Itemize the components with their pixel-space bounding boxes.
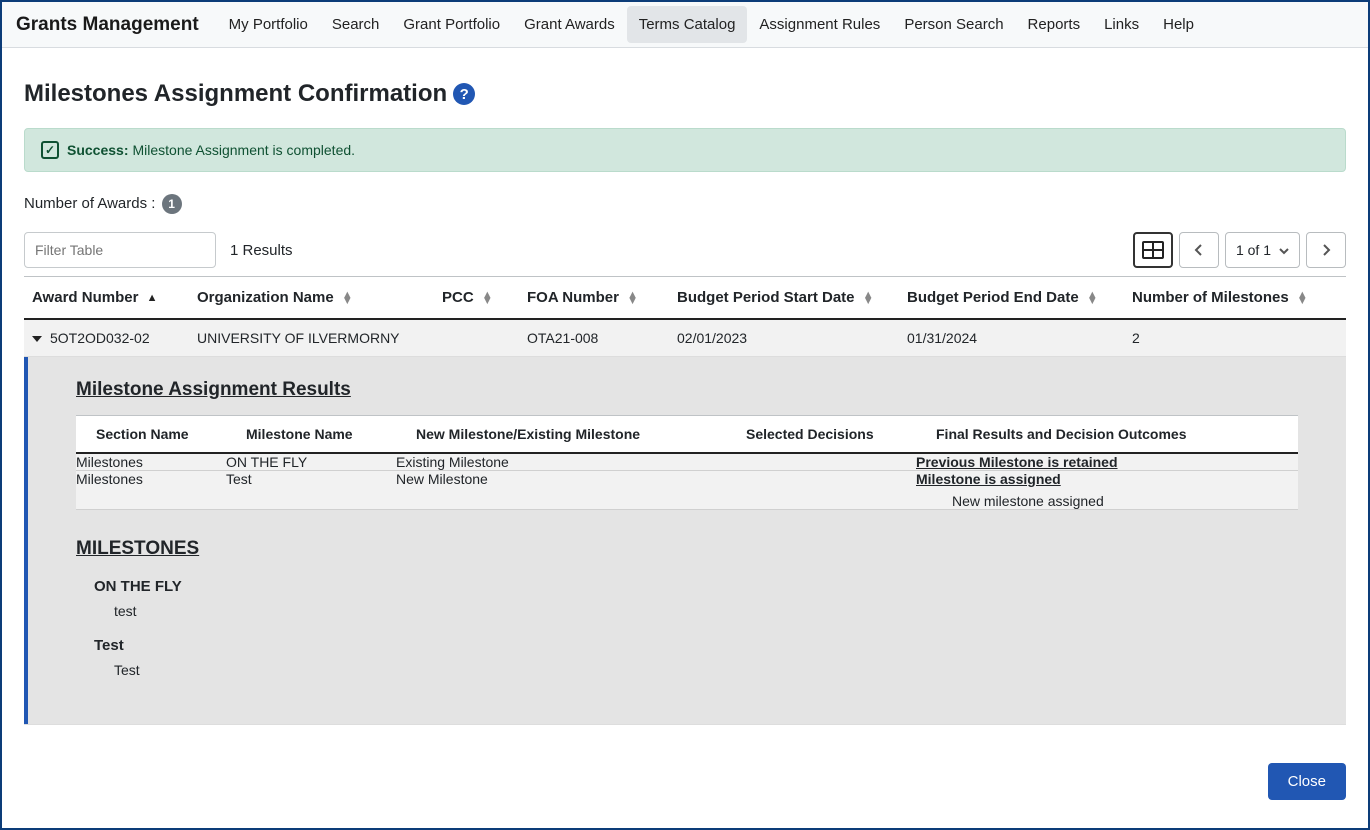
alert-message: Milestone Assignment is completed.	[132, 142, 355, 158]
col-foa[interactable]: FOA Number ▲▼	[519, 277, 669, 320]
sort-icon: ▲▼	[1297, 292, 1308, 304]
success-alert: ✓ Success: Milestone Assignment is compl…	[24, 128, 1346, 172]
inner-cell-decisions	[726, 453, 916, 471]
milestone-desc: Test	[94, 662, 1298, 678]
inner-cell-type: Existing Milestone	[396, 453, 726, 471]
table-view-icon[interactable]	[1133, 232, 1173, 268]
inner-row: Milestones Test New Milestone Milestone …	[76, 471, 1298, 510]
col-bp-start[interactable]: Budget Period Start Date ▲▼	[669, 277, 899, 320]
inner-cell-final: Milestone is assigned New milestone assi…	[916, 471, 1298, 510]
page-title-row: Milestones Assignment Confirmation ?	[24, 80, 1346, 108]
help-icon[interactable]: ?	[453, 83, 475, 105]
footer: Close	[2, 745, 1368, 800]
milestone-name: Test	[94, 637, 1298, 654]
inner-cell-section: Milestones	[76, 453, 226, 471]
sort-icon: ▲▼	[482, 292, 493, 304]
results-table: Section Name Milestone Name New Mileston…	[76, 415, 1298, 510]
sort-asc-icon: ▲	[147, 295, 158, 301]
inner-col-decisions: Selected Decisions	[726, 416, 916, 454]
page-title: Milestones Assignment Confirmation	[24, 80, 447, 108]
milestone-item: Test Test	[76, 637, 1298, 678]
col-num-milestones[interactable]: Number of Milestones ▲▼	[1124, 277, 1346, 320]
cell-pcc	[434, 319, 519, 357]
nav-help[interactable]: Help	[1151, 6, 1206, 43]
sort-icon: ▲▼	[863, 292, 874, 304]
cell-bp-end: 01/31/2024	[899, 319, 1124, 357]
check-icon: ✓	[41, 141, 59, 159]
inner-col-type: New Milestone/Existing Milestone	[396, 416, 726, 454]
table-header-row: Award Number ▲ Organization Name ▲▼ PCC …	[24, 277, 1346, 320]
milestones-block: MILESTONES ON THE FLY test Test Test	[76, 538, 1298, 678]
main-content: Milestones Assignment Confirmation ? ✓ S…	[2, 48, 1368, 745]
prev-page-button[interactable]	[1179, 232, 1219, 268]
nav-links[interactable]: Links	[1092, 6, 1151, 43]
cell-bp-start: 02/01/2023	[669, 319, 899, 357]
col-organization[interactable]: Organization Name ▲▼	[189, 277, 434, 320]
detail-row: Milestone Assignment Results Section Nam…	[24, 357, 1346, 725]
awards-count-row: Number of Awards : 1	[24, 194, 1346, 214]
table-row[interactable]: 5OT2OD032-02 UNIVERSITY OF ILVERMORNY OT…	[24, 319, 1346, 357]
chevron-down-icon	[1279, 242, 1289, 258]
nav-grant-awards[interactable]: Grant Awards	[512, 6, 627, 43]
inner-header-row: Section Name Milestone Name New Mileston…	[76, 416, 1298, 454]
close-button[interactable]: Close	[1268, 763, 1346, 800]
milestones-title: MILESTONES	[76, 538, 1298, 560]
inner-col-milestone: Milestone Name	[226, 416, 396, 454]
sort-icon: ▲▼	[627, 292, 638, 304]
expand-caret-icon[interactable]	[32, 336, 42, 342]
inner-col-final: Final Results and Decision Outcomes	[916, 416, 1298, 454]
milestone-desc: test	[94, 603, 1298, 619]
milestone-item: ON THE FLY test	[76, 578, 1298, 619]
nav-grant-portfolio[interactable]: Grant Portfolio	[391, 6, 512, 43]
inner-cell-final: Previous Milestone is retained	[916, 453, 1298, 471]
nav-my-portfolio[interactable]: My Portfolio	[217, 6, 320, 43]
results-title: Milestone Assignment Results	[76, 379, 1298, 401]
nav-search[interactable]: Search	[320, 6, 392, 43]
cell-organization: UNIVERSITY OF ILVERMORNY	[189, 319, 434, 357]
milestone-name: ON THE FLY	[94, 578, 1298, 595]
awards-table: Award Number ▲ Organization Name ▲▼ PCC …	[24, 276, 1346, 725]
col-pcc[interactable]: PCC ▲▼	[434, 277, 519, 320]
nav-terms-catalog[interactable]: Terms Catalog	[627, 6, 748, 43]
inner-cell-decisions	[726, 471, 916, 510]
filter-input[interactable]	[24, 232, 216, 268]
page-indicator-label: 1 of 1	[1236, 242, 1271, 258]
cell-foa: OTA21-008	[519, 319, 669, 357]
detail-panel: Milestone Assignment Results Section Nam…	[24, 357, 1346, 724]
nav-assignment-rules[interactable]: Assignment Rules	[747, 6, 892, 43]
inner-row: Milestones ON THE FLY Existing Milestone…	[76, 453, 1298, 471]
next-page-button[interactable]	[1306, 232, 1346, 268]
nav-reports[interactable]: Reports	[1016, 6, 1093, 43]
cell-num-milestones: 2	[1124, 319, 1346, 357]
awards-count-badge: 1	[162, 194, 182, 214]
top-nav: Grants Management My Portfolio Search Gr…	[2, 2, 1368, 48]
cell-award-number: 5OT2OD032-02	[50, 330, 150, 346]
col-award-number[interactable]: Award Number ▲	[24, 277, 189, 320]
inner-cell-milestone: Test	[226, 471, 396, 510]
results-label: 1 Results	[230, 242, 293, 259]
brand: Grants Management	[16, 14, 199, 36]
nav-person-search[interactable]: Person Search	[892, 6, 1015, 43]
inner-cell-type: New Milestone	[396, 471, 726, 510]
col-bp-end[interactable]: Budget Period End Date ▲▼	[899, 277, 1124, 320]
sort-icon: ▲▼	[1087, 292, 1098, 304]
sort-icon: ▲▼	[342, 292, 353, 304]
table-controls: 1 Results 1 of 1	[24, 232, 1346, 268]
inner-cell-section: Milestones	[76, 471, 226, 510]
inner-cell-milestone: ON THE FLY	[226, 453, 396, 471]
page-indicator[interactable]: 1 of 1	[1225, 232, 1300, 268]
awards-label: Number of Awards :	[24, 195, 155, 212]
alert-prefix: Success:	[67, 142, 128, 158]
inner-col-section: Section Name	[76, 416, 226, 454]
